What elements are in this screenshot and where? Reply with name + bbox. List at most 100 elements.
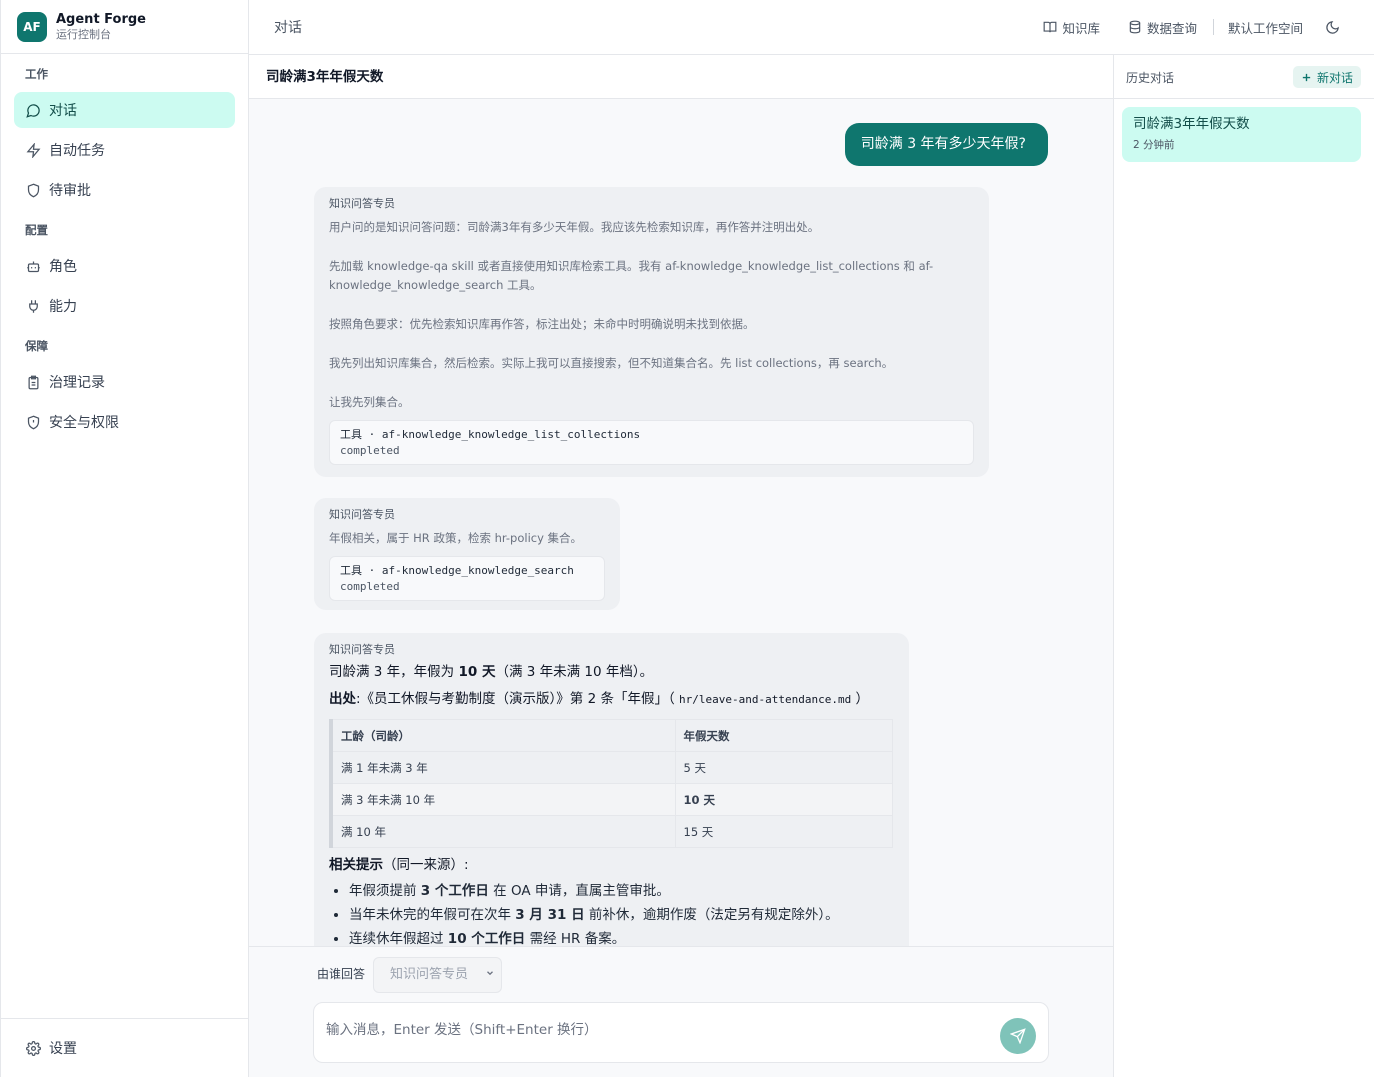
agent-name: 知识问答专员 [329,508,395,521]
hints-heading: 相关提示（同一来源）: [329,852,894,879]
responder-selected: 知识问答专员 [390,967,469,982]
table-cell: 10 天 [674,783,893,816]
leave-table: 工龄（司龄） 年假天数 满 1 年未满 3 年 5 天 满 3 年未满 10 年… [329,719,893,848]
shield-icon [25,182,41,198]
tool-call[interactable]: 工具 · af-knowledge_knowledge_list_collect… [329,420,974,465]
sidebar-item-approvals[interactable]: 待审批 [14,172,235,208]
thinking-paragraph: 用户问的是知识问答问题：司龄满3年有多少天年假。我应该先检索知识库，再作答并注明… [329,220,820,234]
thinking-paragraph: 我先列出知识库集合，然后检索。实际上我可以直接搜索，但不知道集合名。先 list… [329,356,894,370]
table-row: 满 10 年 15 天 [330,815,893,848]
message-list[interactable]: 司龄满 3 年有多少天年假? 知识问答专员 用户问的是知识问答问题：司龄满3年有… [249,99,1113,946]
chat-bubble-icon [25,102,41,118]
bot-icon [25,258,41,274]
plug-icon [25,298,41,314]
sidebar-item-label: 待审批 [49,183,91,199]
new-conversation-button[interactable]: 新对话 [1292,66,1361,88]
table-header: 年假天数 [674,719,893,752]
answer-line: 司龄满 3 年，年假为 10 天（满 3 年未满 10 年档）。 [329,659,894,686]
hint-text: 在 OA 申请，直属主管审批。 [488,883,670,899]
nav-section-assurance: 保障 [25,339,48,353]
hint-text: 当年未休完的年假可在次年 [349,907,516,923]
history-item[interactable]: 司龄满3年年假天数 2 分钟前 [1122,107,1361,162]
brand: AF Agent Forge 运行控制台 [1,0,248,54]
responder-select[interactable]: 知识问答专员 [373,957,502,993]
sidebar-item-label: 对话 [49,103,77,119]
plus-icon [1301,72,1312,83]
thinking-paragraph: 年假相关，属于 HR 政策，检索 hr-policy 集合。 [329,531,583,545]
source-file: hr/leave-and-attendance.md [679,693,852,706]
sidebar-item-capabilities[interactable]: 能力 [14,288,235,324]
table-header: 工龄（司龄） [330,719,676,752]
book-icon [1043,20,1057,34]
agent-message: 知识问答专员 用户问的是知识问答问题：司龄满3年有多少天年假。我应该先检索知识库… [314,187,989,477]
sidebar-item-label: 治理记录 [49,375,105,391]
hint-text: 年假须提前 [349,883,421,899]
sidebar: AF Agent Forge 运行控制台 工作 对话 自动任务 待审批 配置 角… [0,0,249,1077]
list-item: 连续休年假超过 10 个工作日 需经 HR 备案。 [349,927,894,946]
table-cell: 满 1 年未满 3 年 [330,751,676,784]
agent-answer: 知识问答专员 司龄满 3 年，年假为 10 天（满 3 年未满 10 年档）。 … [314,633,909,946]
shield-alert-icon [25,414,41,430]
source-end: ） [851,691,869,707]
source-text: :《员工休假与考勤制度（演示版）》第 2 条「年假」（ [356,691,680,707]
sidebar-item-chat[interactable]: 对话 [14,92,235,128]
answer-text: （满 3 年未满 10 年档）。 [495,664,654,680]
list-item: 当年未休完的年假可在次年 3 月 31 日 前补休，逾期作废（法定另有规定除外）… [349,903,894,927]
sidebar-item-label: 安全与权限 [49,415,119,431]
composer: 由谁回答 知识问答专员 [249,946,1113,1077]
source-label: 出处 [329,691,356,707]
agent-thinking: 用户问的是知识问答问题：司龄满3年有多少天年假。我应该先检索知识库，再作答并注明… [329,218,974,412]
hint-bold: 10 个工作日 [447,931,526,946]
message-input[interactable] [326,1017,986,1043]
sidebar-item-security[interactable]: 安全与权限 [14,404,235,440]
tool-status: completed [340,444,400,457]
workspace-selector[interactable]: 默认工作空间 [1228,18,1303,37]
sidebar-footer: 设置 [1,1018,248,1077]
sidebar-item-auto-tasks[interactable]: 自动任务 [14,132,235,168]
agent-message: 知识问答专员 年假相关，属于 HR 政策，检索 hr-policy 集合。 工具… [314,498,620,610]
history-title: 历史对话 [1126,71,1175,85]
agent-name: 知识问答专员 [329,643,395,656]
thinking-paragraph: 先加载 knowledge-qa skill 或者直接使用知识库检索工具。我有 … [329,259,934,292]
hint-bold: 3 月 31 日 [515,907,585,923]
table-header-row: 工龄（司龄） 年假天数 [330,719,893,752]
send-icon [1010,1028,1026,1044]
knowledge-base-button[interactable]: 知识库 [1043,18,1100,37]
tool-call[interactable]: 工具 · af-knowledge_knowledge_search compl… [329,556,605,601]
answer-days: 10 天 [458,664,496,680]
sidebar-item-label: 能力 [49,299,77,315]
history-panel: 历史对话 新对话 司龄满3年年假天数 2 分钟前 [1114,55,1374,1077]
hint-list: 年假须提前 3 个工作日 在 OA 申请，直属主管审批。 当年未休完的年假可在次… [349,879,894,946]
brand-logo: AF [17,11,47,42]
message-input-box [313,1002,1049,1063]
lightning-icon [25,142,41,158]
hints-label: 相关提示 [329,857,383,873]
send-button[interactable] [1000,1018,1036,1054]
answer-text: 司龄满 3 年，年假为 [329,664,459,680]
nav-section-work: 工作 [25,67,48,81]
history-item-title: 司龄满3年年假天数 [1133,116,1250,132]
source-line: 出处:《员工休假与考勤制度（演示版）》第 2 条「年假」（ hr/leave-a… [329,686,894,713]
gear-icon [25,1040,41,1056]
page-title: 对话 [274,20,302,36]
agent-name: 知识问答专员 [329,197,395,210]
sidebar-item-governance-log[interactable]: 治理记录 [14,364,235,400]
settings-button[interactable]: 设置 [14,1030,235,1066]
theme-toggle-button[interactable] [1325,20,1340,35]
sidebar-item-roles[interactable]: 角色 [14,248,235,284]
data-query-button[interactable]: 数据查询 [1128,18,1197,37]
history-item-time: 2 分钟前 [1133,139,1175,151]
knowledge-base-label: 知识库 [1062,20,1100,36]
conversation-title: 司龄满3年年假天数 [249,55,1113,99]
moon-icon [1325,20,1340,35]
brand-name: Agent Forge [56,12,146,27]
clipboard-icon [25,374,41,390]
header-divider [1212,19,1214,35]
history-header: 历史对话 新对话 [1114,55,1374,99]
hint-bold: 3 个工作日 [420,883,489,899]
list-item: 年假须提前 3 个工作日 在 OA 申请，直属主管审批。 [349,879,894,903]
table-cell: 5 天 [674,751,893,784]
thinking-paragraph: 让我先列集合。 [329,395,410,409]
table-cell: 满 10 年 [330,815,676,848]
nav-section-config: 配置 [25,223,48,237]
